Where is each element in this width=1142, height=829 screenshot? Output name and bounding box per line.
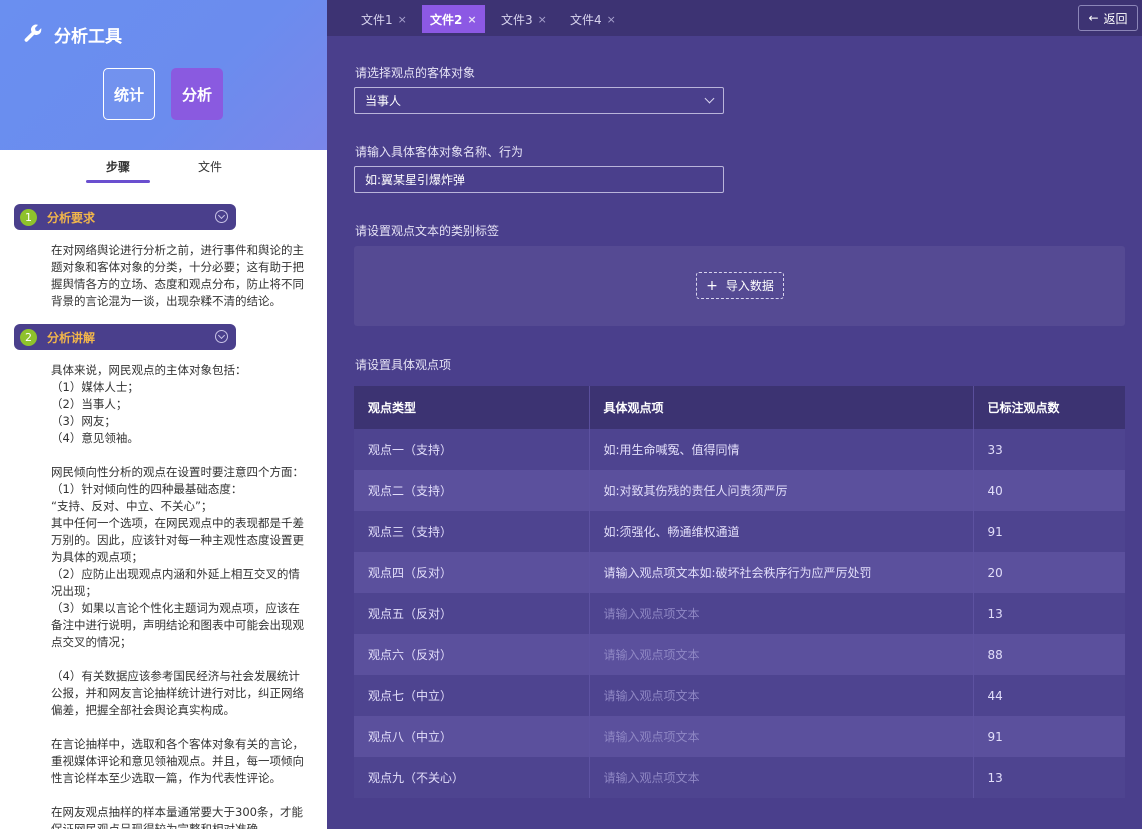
tab-label: 文件3 <box>501 12 533 27</box>
step-1-header[interactable]: 1 分析要求 <box>14 204 236 230</box>
active-tab-underline <box>86 180 150 183</box>
tab-steps[interactable]: 步骤 <box>106 158 130 175</box>
category-label: 请设置观点文本的类别标签 <box>355 224 500 238</box>
tab-files[interactable]: 文件 <box>198 158 222 175</box>
opinion-item-input[interactable]: 请输入观点项文本 <box>589 593 974 634</box>
opinion-type-cell: 观点四（反对） <box>354 552 590 593</box>
opinion-count-cell: 13 <box>973 593 1125 634</box>
import-label: 导入数据 <box>725 279 774 293</box>
tab-label: 文件1 <box>361 12 393 27</box>
table-row: 观点五（反对） 请输入观点项文本 13 <box>354 593 1125 634</box>
table-row: 观点一（支持） 如:用生命喊冤、值得同情 33 <box>354 429 1125 470</box>
opinion-type-cell: 观点九（不关心） <box>354 757 590 798</box>
opinion-item-input[interactable]: 请输入观点项文本 <box>589 757 974 798</box>
col-header-count: 已标注观点数 <box>973 386 1125 429</box>
step-label: 分析讲解 <box>47 330 96 345</box>
opinion-count-cell: 13 <box>973 757 1125 798</box>
opinion-table: 观点类型 具体观点项 已标注观点数 观点一（支持） 如:用生命喊冤、值得同情 33 观… <box>354 386 1125 798</box>
opinion-count-cell: 91 <box>973 716 1125 757</box>
tab-file-1[interactable]: 文件1 × <box>353 5 415 33</box>
chevron-down-icon <box>704 93 715 104</box>
chevron-down-icon[interactable] <box>215 330 228 343</box>
analysis-mode-button[interactable]: 分析 <box>171 68 223 120</box>
opinion-type-cell: 观点三（支持） <box>354 511 590 552</box>
import-data-button[interactable]: + 导入数据 <box>696 272 784 299</box>
main-panel: 文件1 × 文件2 × 文件3 × 文件4 × ← 返回 请选择观点的客体对象 当事人 … <box>327 0 1142 829</box>
opinion-count-cell: 20 <box>973 552 1125 593</box>
opinion-item-input[interactable]: 请输入观点项文本 <box>589 675 974 716</box>
table-row: 观点二（支持） 如:对致其伤残的责任人问责须严厉 40 <box>354 470 1125 511</box>
name-label: 请输入具体客体对象名称、行为 <box>355 145 524 159</box>
wrench-icon <box>24 24 42 42</box>
opinion-count-cell: 91 <box>973 511 1125 552</box>
step-1-text: 在对网络舆论进行分析之前，进行事件和舆论的主题对象和客体对象的分类，十分必要；这… <box>51 243 304 308</box>
sidebar-tabs: 步骤 文件 <box>0 150 327 184</box>
opinion-count-cell: 88 <box>973 634 1125 675</box>
close-icon[interactable]: × <box>538 13 547 26</box>
opinion-item-input[interactable]: 如:对致其伤残的责任人问责须严厉 <box>589 470 974 511</box>
opinion-item-input[interactable]: 如:用生命喊冤、值得同情 <box>589 429 974 470</box>
opinion-count-cell: 33 <box>973 429 1125 470</box>
opinion-type-cell: 观点五（反对） <box>354 593 590 634</box>
opinion-type-cell: 观点八（中立） <box>354 716 590 757</box>
step-number: 1 <box>20 208 37 226</box>
table-row: 观点四（反对） 请输入观点项文本如:破坏社会秩序行为应严厉处罚 20 <box>354 552 1125 593</box>
import-area: + 导入数据 <box>354 246 1125 326</box>
sidebar-header: 分析工具 统计 分析 <box>0 0 327 150</box>
items-label: 请设置具体观点项 <box>355 358 452 372</box>
step-label: 分析要求 <box>47 210 96 225</box>
table-row: 观点七（中立） 请输入观点项文本 44 <box>354 675 1125 716</box>
table-row: 观点九（不关心） 请输入观点项文本 13 <box>354 757 1125 798</box>
object-select-value: 当事人 <box>365 94 402 108</box>
table-row: 观点八（中立） 请输入观点项文本 91 <box>354 716 1125 757</box>
opinion-item-input[interactable]: 请输入观点项文本 <box>589 634 974 675</box>
opinion-type-cell: 观点一（支持） <box>354 429 590 470</box>
opinion-item-input[interactable]: 如:须强化、畅通维权通道 <box>589 511 974 552</box>
back-button[interactable]: ← 返回 <box>1078 5 1138 31</box>
tab-file-4[interactable]: 文件4 × <box>562 5 624 33</box>
app-title-text: 分析工具 <box>54 27 122 47</box>
opinion-count-cell: 44 <box>973 675 1125 716</box>
close-icon[interactable]: × <box>607 13 616 26</box>
tab-label: 文件2 <box>430 12 463 27</box>
opinion-type-cell: 观点七（中立） <box>354 675 590 716</box>
table-row: 观点三（支持） 如:须强化、畅通维权通道 91 <box>354 511 1125 552</box>
table-row: 观点六（反对） 请输入观点项文本 88 <box>354 634 1125 675</box>
col-header-type: 观点类型 <box>354 386 590 429</box>
opinion-item-input[interactable]: 请输入观点项文本 <box>589 716 974 757</box>
sidebar: 分析工具 统计 分析 步骤 文件 1 分析要求 在对网络舆论进行分析之前，进行事… <box>0 0 327 829</box>
plus-icon: + <box>706 277 718 294</box>
opinion-type-cell: 观点二（支持） <box>354 470 590 511</box>
tab-label: 文件4 <box>570 12 602 27</box>
app-title: 分析工具 <box>22 22 122 47</box>
arrow-left-icon: ← <box>1088 11 1099 25</box>
step-number: 2 <box>20 328 37 346</box>
object-select[interactable]: 当事人 <box>354 87 724 114</box>
file-tabbar: 文件1 × 文件2 × 文件3 × 文件4 × ← 返回 <box>327 0 1142 36</box>
tab-file-3[interactable]: 文件3 × <box>493 5 555 33</box>
stat-mode-button[interactable]: 统计 <box>103 68 155 120</box>
opinion-count-cell: 40 <box>973 470 1125 511</box>
step-2-text: 具体来说，网民观点的主体对象包括： （1）媒体人士； （2）当事人； （3）网友… <box>51 363 304 829</box>
opinion-type-cell: 观点六（反对） <box>354 634 590 675</box>
close-icon[interactable]: × <box>467 13 476 26</box>
object-label: 请选择观点的客体对象 <box>355 66 476 80</box>
opinion-item-input[interactable]: 请输入观点项文本如:破坏社会秩序行为应严厉处罚 <box>589 552 974 593</box>
chevron-down-icon[interactable] <box>215 210 228 223</box>
col-header-item: 具体观点项 <box>589 386 974 429</box>
table-header-row: 观点类型 具体观点项 已标注观点数 <box>354 386 1125 429</box>
tab-file-2[interactable]: 文件2 × <box>422 5 485 33</box>
back-label: 返回 <box>1103 11 1128 26</box>
step-2-header[interactable]: 2 分析讲解 <box>14 324 236 350</box>
object-name-input[interactable] <box>354 166 724 193</box>
close-icon[interactable]: × <box>398 13 407 26</box>
